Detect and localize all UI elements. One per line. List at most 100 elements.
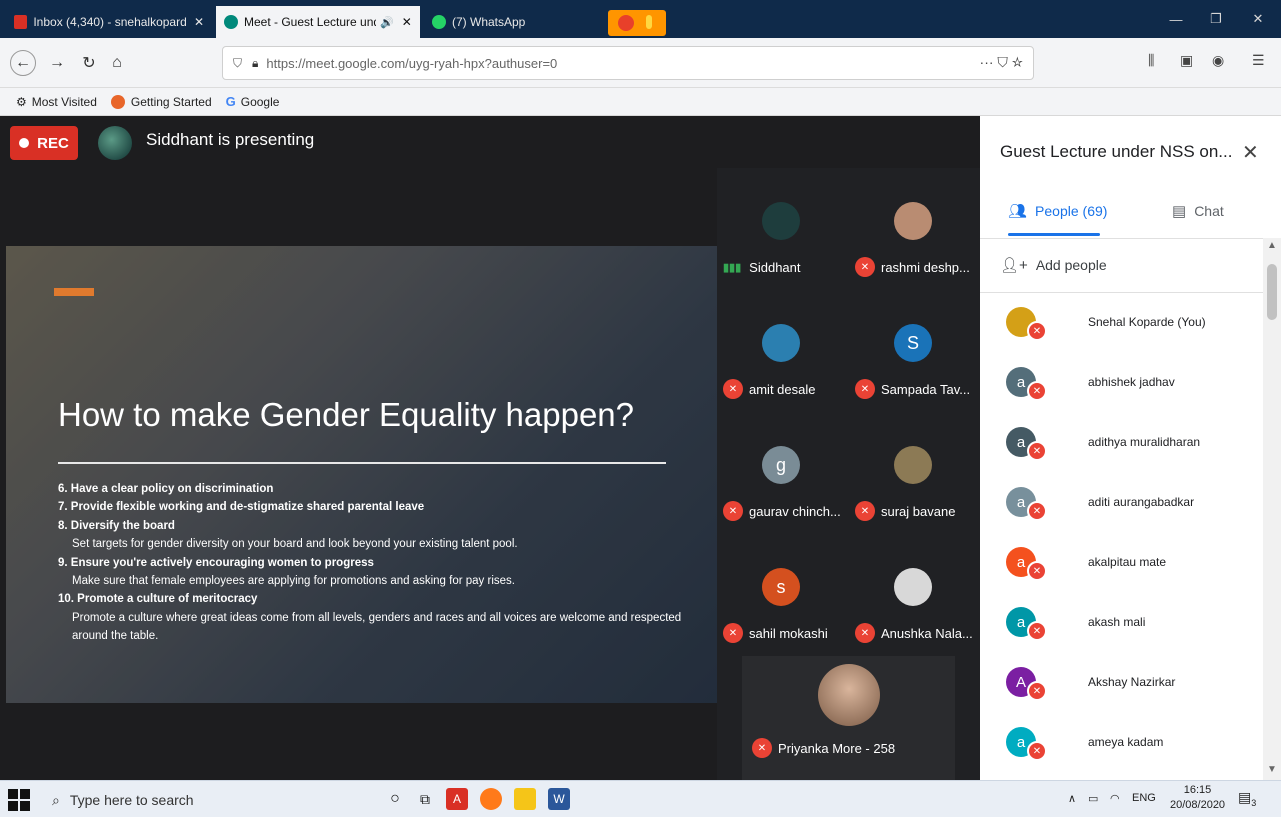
cortana-icon[interactable]: ○	[384, 788, 406, 810]
participant-name: amit desale	[749, 381, 816, 397]
mic-off-icon: ✕	[752, 738, 772, 758]
back-button[interactable]: ←	[10, 50, 36, 76]
scrollbar-thumb[interactable]	[1267, 264, 1277, 320]
mic-off-icon: ✕	[855, 257, 875, 277]
reload-button[interactable]: ↻	[78, 52, 100, 74]
page-actions-icon[interactable]: ··· ⛉ ☆	[980, 54, 1023, 71]
bookmark-getting-started[interactable]: Getting Started	[110, 94, 212, 109]
participant-label: ✕ Anushka Nala...	[855, 622, 979, 644]
close-icon[interactable]: ✕	[402, 15, 412, 29]
menu-icon[interactable]: ☰	[1252, 52, 1265, 69]
slide-title: How to make Gender Equality happen?	[58, 396, 635, 433]
meeting-title: Guest Lecture under NSS on...	[1000, 142, 1233, 161]
participant-row[interactable]: a ✕ ameya kadam	[980, 713, 1263, 773]
close-panel-button[interactable]: ✕	[1242, 140, 1259, 165]
participant-tiles: ✕ Priyanka More - 258 ▮▮▮ Siddhant ✕ rashmi…	[717, 168, 980, 780]
close-icon[interactable]: ✕	[194, 15, 204, 29]
search-placeholder: Type here to search	[69, 792, 194, 808]
recording-label: REC	[37, 134, 69, 152]
add-people-button[interactable]: 👤︎+ Add people	[1000, 256, 1107, 274]
mic-off-icon: ✕	[1027, 741, 1047, 761]
firefox-sharing-indicator[interactable]	[608, 10, 666, 36]
participant-tile[interactable]: ✕ Anushka Nala...	[849, 534, 979, 649]
library-icon[interactable]: ⫼	[1148, 52, 1154, 69]
task-view-icon[interactable]: ⧉	[414, 788, 436, 810]
participant-tile[interactable]: s ✕ sahil mokashi	[717, 534, 847, 649]
mic-off-icon: ✕	[723, 501, 743, 521]
participant-row[interactable]: a ✕ akalpitau mate	[980, 533, 1263, 593]
presenter-avatar	[98, 126, 132, 160]
windows-start-icon[interactable]	[8, 789, 30, 811]
mic-off-icon: ✕	[855, 623, 875, 643]
mic-off-icon: ✕	[1027, 321, 1047, 341]
tray-chevron-icon[interactable]: ∧	[1068, 792, 1076, 805]
participant-tile[interactable]: ✕ amit desale	[717, 290, 847, 405]
file-explorer-icon[interactable]	[514, 788, 536, 810]
network-icon[interactable]: ▭	[1088, 792, 1098, 805]
tab-gmail[interactable]: Inbox (4,340) - snehalkoparde ✕	[6, 6, 212, 38]
participant-label: ✕ suraj bavane	[855, 500, 979, 522]
scrollbar[interactable]: ▲ ▼	[1263, 238, 1281, 780]
restore-button[interactable]: ❐	[1196, 0, 1236, 38]
language-indicator[interactable]: ENG	[1132, 792, 1156, 804]
pinned-participant-tile[interactable]: ✕ Priyanka More - 258	[742, 656, 955, 780]
tab-meet[interactable]: Meet - Guest Lecture under 🔊 ✕	[216, 6, 420, 38]
firefox-icon[interactable]	[480, 788, 502, 810]
account-icon[interactable]: ◉	[1212, 52, 1224, 69]
add-person-icon: 👤︎+	[1000, 257, 1028, 274]
participant-tile[interactable]: ✕ suraj bavane	[849, 412, 979, 527]
participant-tile[interactable]: g ✕ gaurav chinch...	[717, 412, 847, 527]
participant-avatar	[818, 664, 880, 726]
participant-tile[interactable]: ▮▮▮ Siddhant	[717, 168, 847, 283]
participant-row[interactable]: A ✕ Akshay Nazirkar	[980, 653, 1263, 713]
participant-tile[interactable]: S ✕ Sampada Tav...	[849, 290, 979, 405]
mic-off-icon: ✕	[1027, 381, 1047, 401]
slide-point: 8. Diversify the board	[58, 519, 175, 532]
url-text[interactable]: https://meet.google.com/uyg-ryah-hpx?aut…	[266, 56, 557, 71]
sidebar-icon[interactable]: ▣	[1180, 52, 1193, 69]
lock-icon[interactable]: 🔒︎	[252, 56, 258, 71]
tab-chat[interactable]: ▤ Chat	[1172, 202, 1224, 220]
participant-name: Snehal Koparde (You)	[1088, 315, 1206, 329]
participant-row[interactable]: a ✕ akash mali	[980, 593, 1263, 653]
close-window-button[interactable]: ✕	[1238, 0, 1278, 38]
scroll-down-icon[interactable]: ▼	[1267, 764, 1277, 775]
google-icon: G	[225, 94, 236, 109]
word-icon[interactable]: W	[548, 788, 570, 810]
participant-tile[interactable]: ✕ rashmi deshp...	[849, 168, 979, 283]
participant-row[interactable]: ✕ Snehal Koparde (You)	[980, 293, 1263, 353]
add-people-label: Add people	[1035, 257, 1107, 273]
forward-button[interactable]: →	[46, 52, 68, 74]
system-clock[interactable]: 16:15 20/08/2020	[1170, 783, 1225, 813]
participant-row[interactable]: a ✕ abhishek jadhav	[980, 353, 1263, 413]
participant-row[interactable]: a ✕ adithya muralidharan	[980, 413, 1263, 473]
home-button[interactable]: ⌂	[106, 52, 128, 74]
participant-name: Akshay Nazirkar	[1088, 675, 1176, 689]
address-bar[interactable]: ⛉ 🔒︎ https://meet.google.com/uyg-ryah-hp…	[222, 46, 1034, 80]
slide-point: 10. Promote a culture of meritocracy	[58, 593, 258, 606]
participant-row[interactable]: a ✕ aditi aurangabadkar	[980, 473, 1263, 533]
participant-name: Sampada Tav...	[881, 381, 971, 397]
bookmark-google[interactable]: G Google	[226, 94, 280, 109]
minimize-button[interactable]: —	[1156, 0, 1196, 38]
taskbar-search[interactable]: ⌕ Type here to search	[52, 789, 372, 811]
tab-indicator	[1008, 233, 1100, 236]
speaker-icon[interactable]: 🔊	[380, 16, 394, 29]
firefox-icon	[110, 94, 125, 109]
participant-name: sahil mokashi	[749, 625, 828, 641]
recording-badge: REC	[10, 126, 78, 160]
scroll-up-icon[interactable]: ▲	[1267, 240, 1277, 251]
shield-icon[interactable]: ⛉	[233, 56, 242, 71]
slide-point: 7. Provide flexible working and de-stigm…	[58, 501, 425, 514]
tab-meet-label: Meet - Guest Lecture under	[244, 15, 376, 29]
wifi-icon[interactable]: ◠	[1110, 792, 1120, 805]
mic-off-icon: ✕	[1027, 561, 1047, 581]
slide-point: 9. Ensure you're actively encouraging wo…	[58, 556, 374, 569]
tab-whatsapp[interactable]: (7) WhatsApp	[424, 6, 604, 38]
acrobat-icon[interactable]: A	[446, 788, 468, 810]
microphone-icon	[646, 15, 652, 29]
slide-point: Set targets for gender diversity on your…	[72, 538, 518, 551]
tab-people[interactable]: 👥︎ People (69)	[1008, 202, 1107, 220]
bookmark-most-visited[interactable]: ⚙ Most Visited	[16, 95, 97, 109]
notification-icon[interactable]: ▤3	[1238, 789, 1256, 808]
